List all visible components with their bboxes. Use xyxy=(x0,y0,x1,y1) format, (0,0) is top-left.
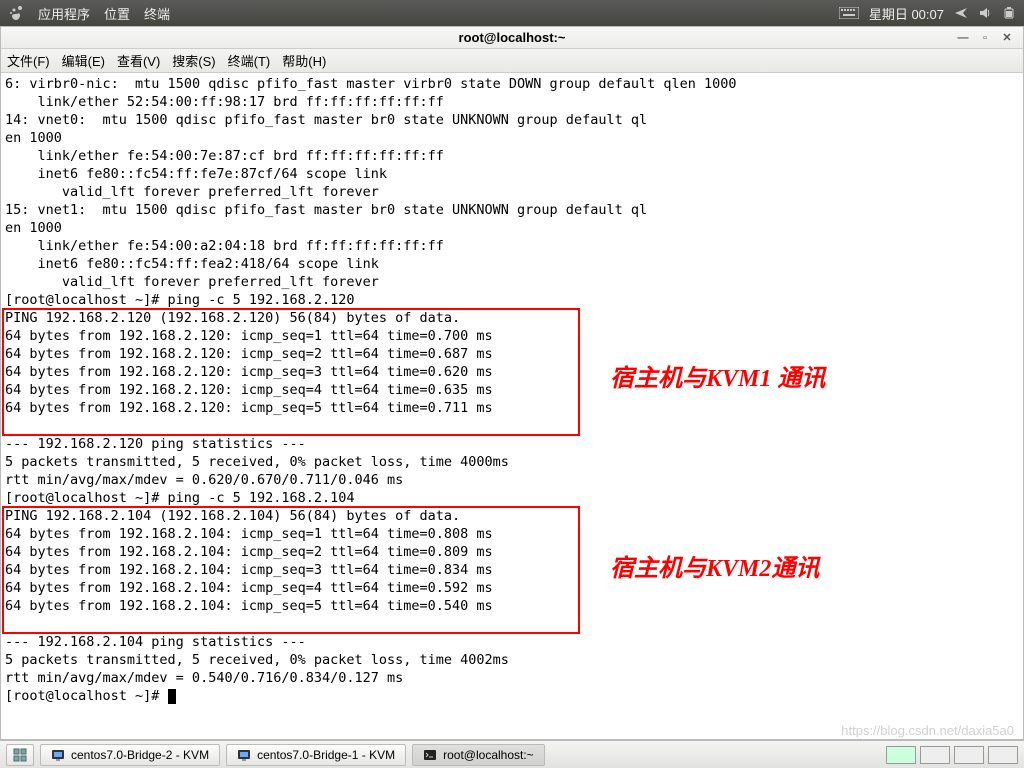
taskbar-item-terminal[interactable]: root@localhost:~ xyxy=(412,744,545,766)
workspace-switcher-3[interactable] xyxy=(954,746,984,764)
gnome-logo-icon xyxy=(8,5,24,21)
close-button[interactable]: ✕ xyxy=(999,31,1015,45)
taskbar-item-label: root@localhost:~ xyxy=(443,748,534,762)
vm-icon xyxy=(237,748,251,762)
terminal-menubar: 文件(F) 编辑(E) 查看(V) 搜索(S) 终端(T) 帮助(H) xyxy=(1,49,1023,73)
show-desktop-button[interactable] xyxy=(6,744,34,766)
window-titlebar: root@localhost:~ — ▫ ✕ xyxy=(1,27,1023,49)
airplane-icon[interactable] xyxy=(954,6,968,20)
menu-view[interactable]: 查看(V) xyxy=(117,51,160,70)
menu-edit[interactable]: 编辑(E) xyxy=(62,51,105,70)
taskbar-item-kvm1[interactable]: centos7.0-Bridge-1 - KVM xyxy=(226,744,406,766)
menu-help[interactable]: 帮助(H) xyxy=(282,51,326,70)
vm-icon xyxy=(51,748,65,762)
menu-places[interactable]: 位置 xyxy=(104,4,130,23)
volume-icon[interactable] xyxy=(978,6,992,20)
taskbar-item-label: centos7.0-Bridge-2 - KVM xyxy=(71,748,209,762)
terminal-icon xyxy=(423,748,437,762)
menu-terminal[interactable]: 终端 xyxy=(144,4,170,23)
gnome-top-panel: 应用程序 位置 终端 星期日 00:07 xyxy=(0,0,1024,26)
window-title: root@localhost:~ xyxy=(459,30,566,45)
menu-terminal[interactable]: 终端(T) xyxy=(228,51,271,70)
taskbar-item-label: centos7.0-Bridge-1 - KVM xyxy=(257,748,395,762)
menu-applications[interactable]: 应用程序 xyxy=(38,4,90,23)
taskbar-item-kvm2[interactable]: centos7.0-Bridge-2 - KVM xyxy=(40,744,220,766)
menu-file[interactable]: 文件(F) xyxy=(7,51,50,70)
minimize-button[interactable]: — xyxy=(955,31,971,45)
workspace-switcher-1[interactable] xyxy=(886,746,916,764)
terminal-window: root@localhost:~ — ▫ ✕ 文件(F) 编辑(E) 查看(V)… xyxy=(0,26,1024,740)
menu-search[interactable]: 搜索(S) xyxy=(172,51,215,70)
workspace-switcher-2[interactable] xyxy=(920,746,950,764)
maximize-button[interactable]: ▫ xyxy=(977,31,993,45)
workspace-switcher-4[interactable] xyxy=(988,746,1018,764)
clock[interactable]: 星期日 00:07 xyxy=(869,4,944,23)
terminal-content[interactable]: 6: virbr0-nic: mtu 1500 qdisc pfifo_fast… xyxy=(1,73,1023,739)
battery-icon[interactable] xyxy=(1002,6,1016,20)
keyboard-indicator-icon[interactable] xyxy=(839,7,859,19)
gnome-bottom-panel: centos7.0-Bridge-2 - KVM centos7.0-Bridg… xyxy=(0,740,1024,768)
